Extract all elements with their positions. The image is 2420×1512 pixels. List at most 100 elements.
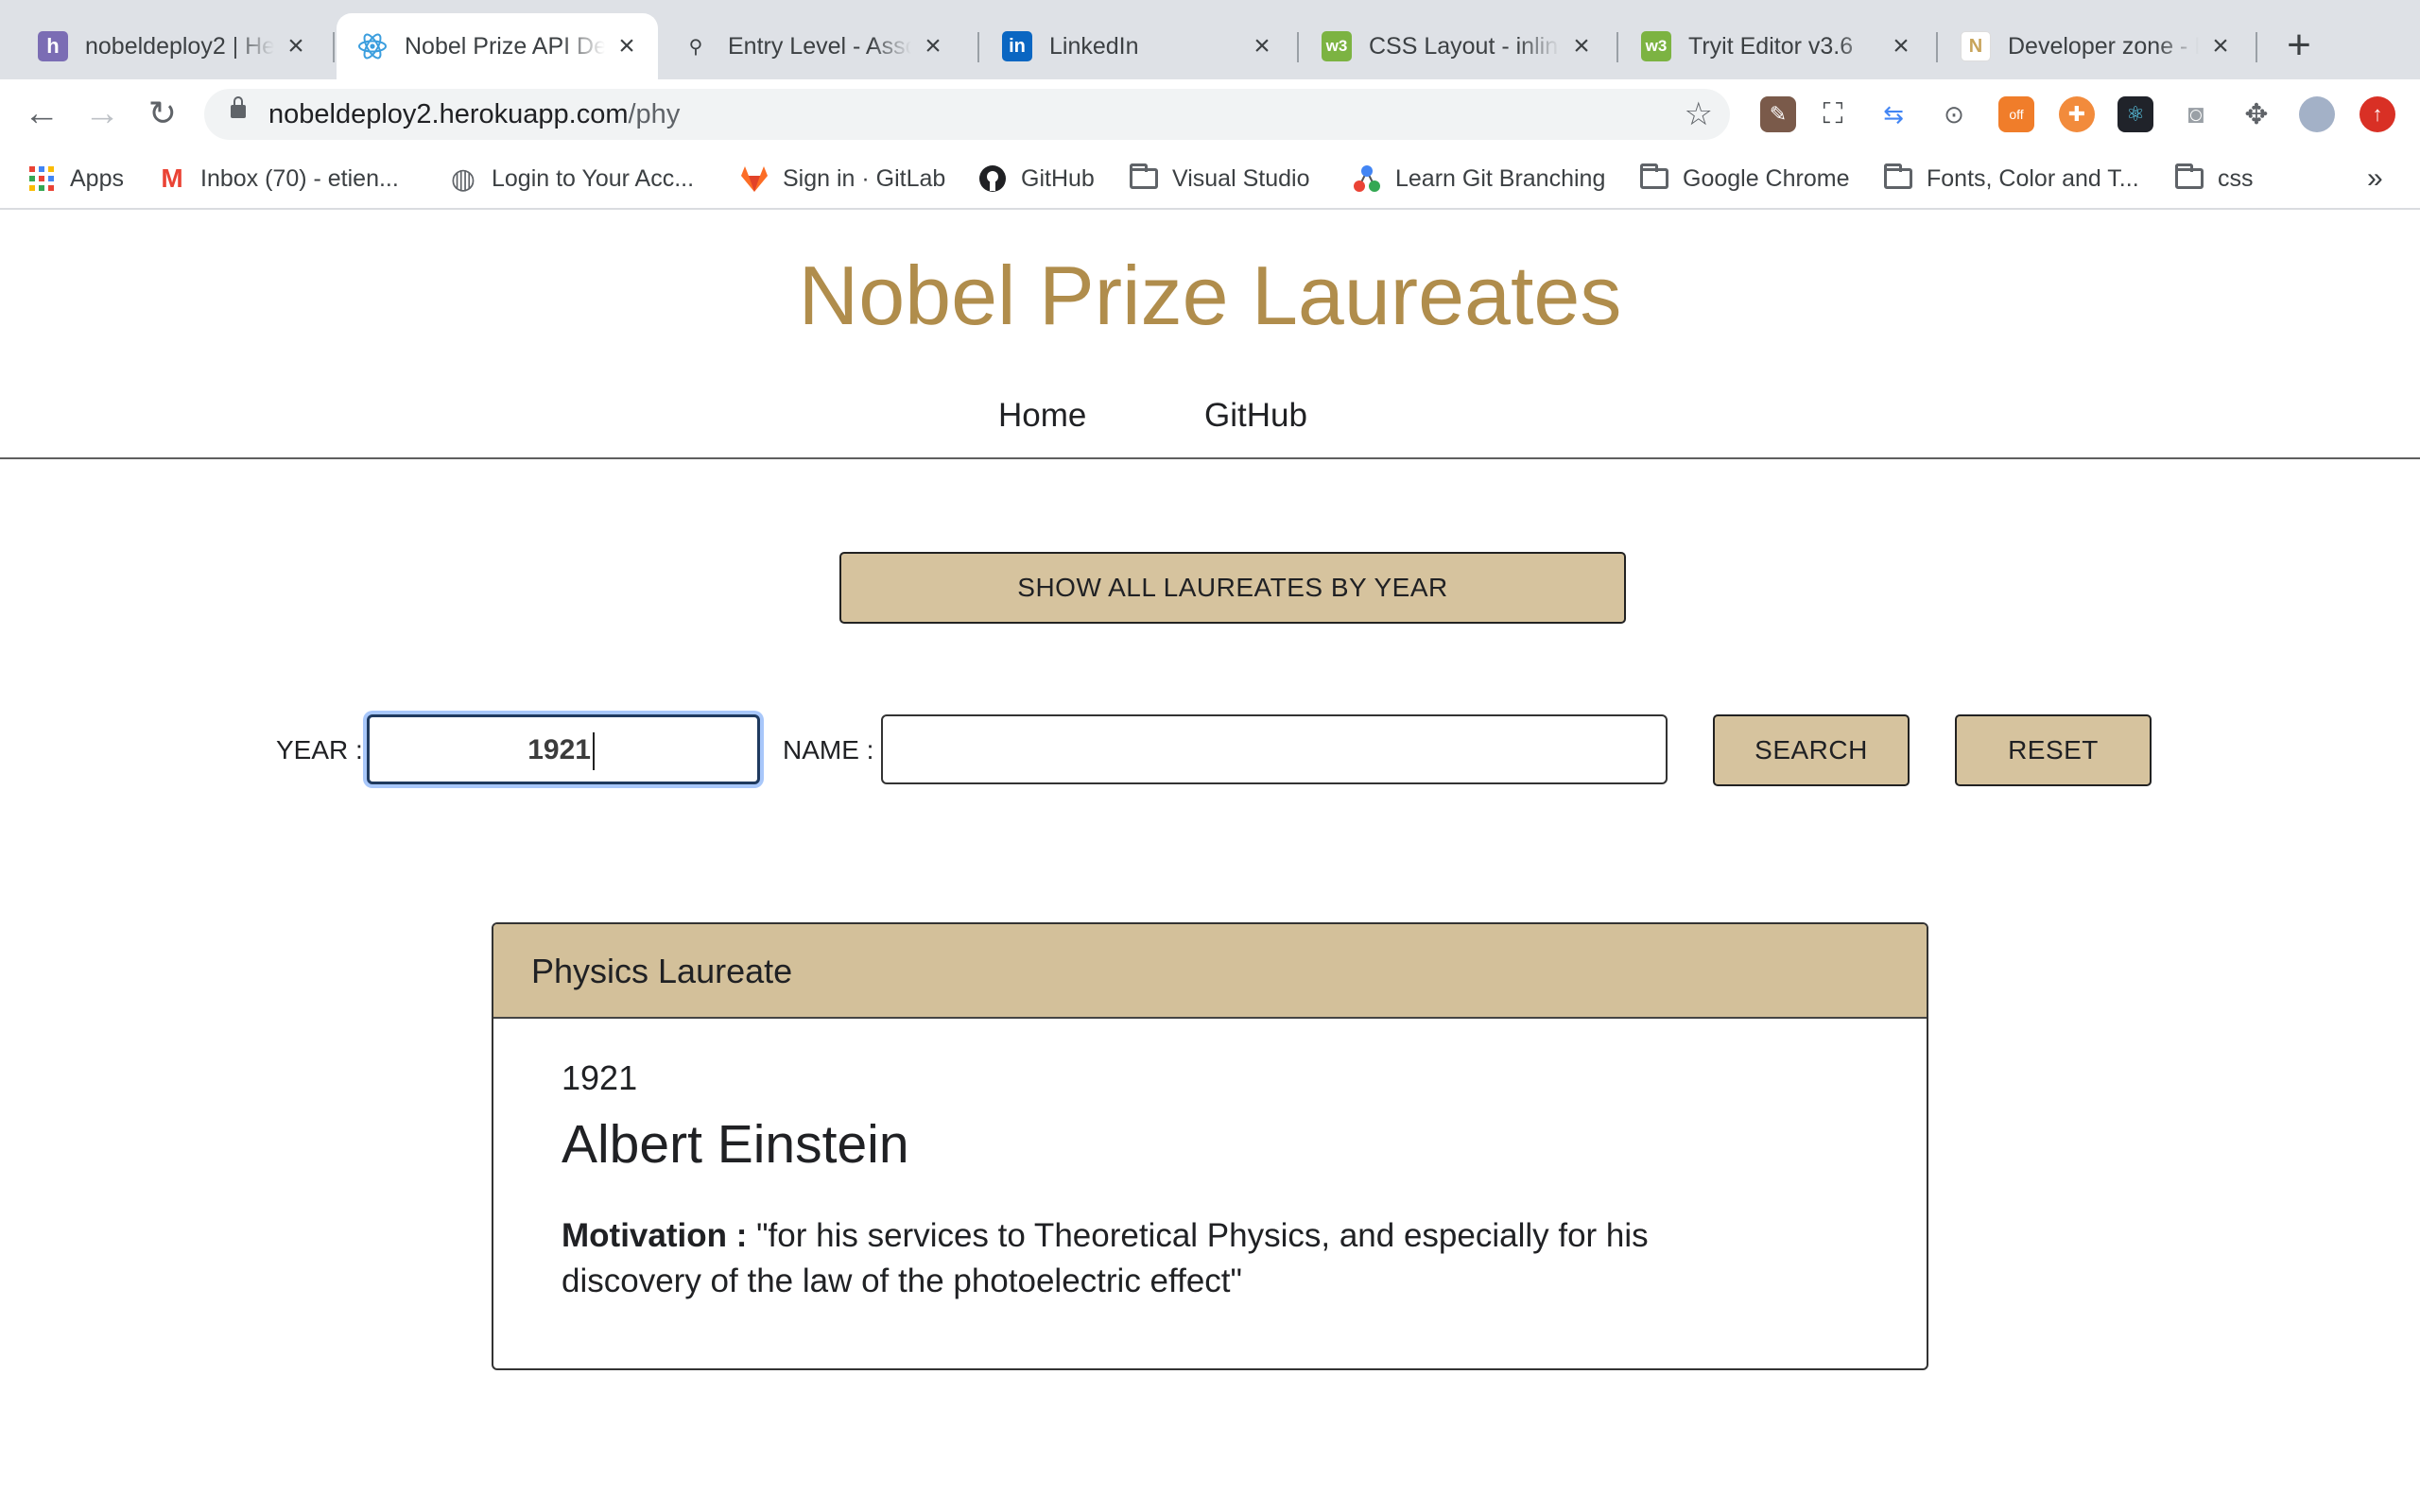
bookmark-gmail[interactable]: M Inbox (70) - etien... [157,147,399,210]
postman-extension-icon[interactable]: ✚ [2059,96,2095,132]
tab-separator [1936,32,1938,62]
tab-title: nobeldeploy2 | Heroku [85,32,274,60]
laureate-motivation: Motivation : "for his services to Theore… [562,1213,1734,1304]
search-button[interactable]: SEARCH [1713,714,1910,786]
folder-icon [1883,163,1913,194]
bookmark-label: Fonts, Color and T... [1927,164,2139,192]
show-all-laureates-button[interactable]: SHOW ALL LAUREATES BY YEAR [839,552,1626,624]
tab-strip: h nobeldeploy2 | Heroku × Nobel Prize AP… [0,0,2420,79]
bookmark-label: Learn Git Branching [1395,164,1606,192]
bookmark-visual-studio[interactable]: Visual Studio [1129,147,1309,210]
bookmarks-overflow-chevron[interactable]: » [2367,147,2383,210]
tab-title: Tryit Editor v3.6 [1688,32,1854,60]
heroku-icon: h [38,31,68,61]
nav-link-home[interactable]: Home [998,397,1086,435]
eyedropper-extension-icon[interactable]: ✎ [1760,96,1796,132]
tab-css-layout[interactable]: w3 CSS Layout - inline-block × [1301,13,1613,79]
url-path: /phy [628,99,681,129]
close-icon[interactable]: × [1248,32,1276,60]
tab-linkedin[interactable]: in LinkedIn × [981,13,1293,79]
close-icon[interactable]: × [282,32,310,60]
close-icon[interactable]: × [2206,32,2235,60]
tab-title: LinkedIn [1049,32,1139,60]
name-input[interactable] [881,714,1668,784]
tab-tryit-editor[interactable]: w3 Tryit Editor v3.6 × [1620,13,1932,79]
gitlab-icon [739,163,769,194]
year-input[interactable]: 1921 [367,714,760,784]
reload-icon[interactable]: ↻ [140,91,185,136]
back-arrow-icon[interactable]: ← [19,91,64,136]
globe-icon: ◍ [450,163,476,195]
translate-extension-icon[interactable]: ⇆ [1876,96,1911,132]
tab-title: Developer zone - Nobel [2008,32,2199,60]
new-tab-icon[interactable]: + [2278,25,2320,68]
profile-avatar-icon[interactable] [2299,96,2335,132]
laureate-name: Albert Einstein [562,1114,909,1175]
laureate-card: Physics Laureate 1921 Albert Einstein Mo… [492,922,1928,1370]
url-host: nobeldeploy2.herokuapp.com [268,99,629,129]
extensions-puzzle-icon[interactable]: ✥ [2238,96,2274,132]
nobel-icon: N [1961,31,1991,61]
bookmark-learn-git-branching[interactable]: Learn Git Branching [1352,147,1605,210]
bookmark-label: Google Chrome [1683,164,1850,192]
nav-link-github[interactable]: GitHub [1204,397,1307,435]
bookmark-css[interactable]: css [2174,147,2254,210]
bookmark-label: Login to Your Acc... [492,164,695,192]
w3schools-icon: w3 [1322,31,1352,61]
screenshot-extension-icon[interactable]: ⛶ [1815,96,1851,132]
laureate-card-header: Physics Laureate [493,924,1927,1019]
react-devtools-icon[interactable]: ⚛ [2118,96,2153,132]
bike-icon: ⚲ [688,36,703,58]
linkedin-icon: in [1002,31,1032,61]
text-caret [593,732,595,770]
address-bar[interactable]: nobeldeploy2.herokuapp.com/phy ☆ [204,89,1730,140]
close-icon[interactable]: × [1567,32,1596,60]
bookmark-fonts-color[interactable]: Fonts, Color and T... [1883,147,2139,210]
bookmark-login[interactable]: ◍ Login to Your Acc... [448,147,694,210]
laureate-year: 1921 [562,1058,638,1097]
css-off-extension-icon[interactable]: off [1998,96,2034,132]
year-label: YEAR : [276,735,363,765]
bookmark-label: GitHub [1021,164,1095,192]
bookmark-label: Apps [70,164,124,192]
folder-icon [2174,163,2204,194]
forward-arrow-icon[interactable]: → [79,91,125,136]
close-icon[interactable]: × [613,32,641,60]
bookmark-google-chrome[interactable]: Google Chrome [1639,147,1849,210]
tab-separator [1616,32,1618,62]
camera-extension-icon[interactable]: ◙ [2178,96,2214,132]
bookmark-star-icon[interactable]: ☆ [1685,89,1713,140]
close-icon[interactable]: × [1887,32,1915,60]
git-branch-icon [1352,163,1382,194]
reset-button[interactable]: RESET [1955,714,2152,786]
bookmarks-bar: Apps M Inbox (70) - etien... ◍ Login to … [0,147,2420,210]
site-nav: Home GitHub [0,397,2420,444]
folder-icon [1129,163,1159,194]
bookmark-label: Visual Studio [1172,164,1310,192]
tab-developer-zone[interactable]: N Developer zone - Nobel × [1940,13,2252,79]
folder-icon [1639,163,1669,194]
tab-entry-level[interactable]: ⚲ Entry Level - Associate × [660,13,964,79]
update-arrow-icon[interactable]: ↑ [2360,96,2395,132]
tab-title: Nobel Prize API Demo [405,32,605,60]
gmail-icon: M [161,163,183,193]
json-extension-icon[interactable]: ⊙ [1936,96,1972,132]
page-title: Nobel Prize Laureates [798,249,1622,342]
tab-nobeldeploy2-heroku[interactable]: h nobeldeploy2 | Heroku × [17,13,327,79]
react-icon [357,31,388,61]
bookmark-gitlab[interactable]: Sign in · GitLab [739,147,945,210]
bookmark-label: Inbox (70) - etien... [200,164,399,192]
year-input-value: 1921 [527,734,591,765]
lock-icon [231,96,246,118]
close-icon[interactable]: × [919,32,947,60]
bookmark-apps[interactable]: Apps [26,147,124,210]
tab-separator [333,32,335,62]
tab-nobel-prize-api[interactable]: Nobel Prize API Demo × [337,13,658,79]
motivation-label: Motivation : [562,1217,748,1254]
tab-separator [2256,32,2257,62]
url-text: nobeldeploy2.herokuapp.com/phy [268,89,680,140]
tab-separator [977,32,979,62]
name-label: NAME : [783,735,874,765]
tab-title: Entry Level - Associate [728,32,911,60]
bookmark-github[interactable]: GitHub [977,147,1095,210]
